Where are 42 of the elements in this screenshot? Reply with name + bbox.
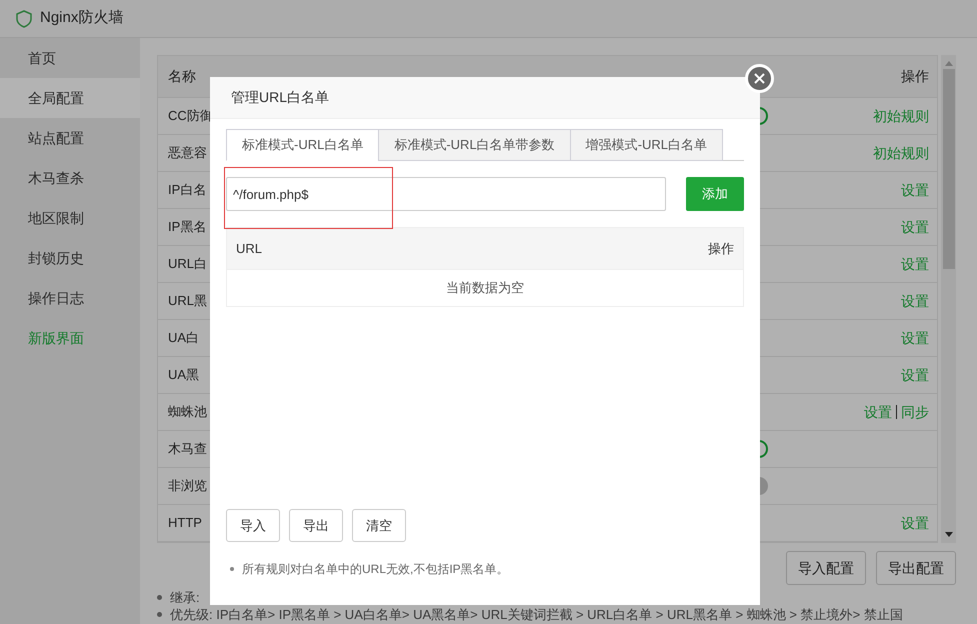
- table-cell-text: URL白: [168, 255, 208, 274]
- url-input-field[interactable]: ^/forum.php$: [226, 177, 666, 211]
- table-cell-text: IP黑名: [168, 218, 206, 236]
- dialog-button[interactable]: 导入: [226, 509, 280, 542]
- dialog-title: 管理URL白名单: [231, 88, 330, 107]
- close-icon: [754, 73, 765, 84]
- column-header: URL: [236, 240, 262, 258]
- sidebar-item[interactable]: 地区限制: [0, 198, 140, 238]
- note-text: 优先级: IP白名单> IP黑名单 > UA白名单> UA黑名单> URL关键词拦截 > URL白名单 > URL黑名单 > 蜘蛛池 > 禁止境外> 禁止国: [170, 606, 903, 623]
- scroll-down-icon[interactable]: [944, 532, 952, 538]
- sidebar-item[interactable]: 全局配置: [0, 78, 140, 118]
- table-cell-text: UA白: [168, 329, 200, 348]
- add-button[interactable]: 添加: [686, 177, 744, 211]
- tab[interactable]: 标准模式-URL白名单: [226, 129, 380, 161]
- table-cell-text: 恶意容: [168, 144, 207, 162]
- empty-message: 当前数据为空: [446, 279, 524, 298]
- dialog-button[interactable]: 导出: [289, 509, 343, 542]
- table-cell-text: HTTP: [168, 514, 202, 532]
- scrollbar[interactable]: [941, 55, 956, 543]
- dialog-button[interactable]: 清空: [352, 509, 406, 542]
- table-cell-text: 非浏览: [168, 477, 207, 496]
- table-cell-text: 蜘蛛池: [168, 403, 207, 422]
- column-header: 名称: [168, 67, 196, 86]
- column-header: 操作: [901, 67, 929, 86]
- note-text: 所有规则对白名单中的URL无效,不包括IP黑名单。: [242, 561, 509, 578]
- tab[interactable]: 标准模式-URL白名单带参数: [378, 129, 571, 161]
- window-title: Nginx防火墙: [40, 8, 124, 28]
- shield-icon: [16, 10, 32, 28]
- table-cell-text: 木马查: [168, 440, 207, 458]
- config-button[interactable]: 导入配置: [786, 551, 866, 585]
- table-cell-text: IP白名: [168, 181, 206, 200]
- table-cell-text: URL黑: [168, 292, 208, 310]
- sidebar-item[interactable]: 木马查杀: [0, 158, 140, 198]
- note-text: 继承:: [170, 589, 200, 606]
- tab[interactable]: 增强模式-URL白名单: [570, 129, 724, 161]
- sidebar-item[interactable]: 首页: [0, 38, 140, 78]
- table-cell-text: UA黑: [168, 366, 200, 384]
- config-button[interactable]: 导出配置: [876, 551, 956, 585]
- sidebar-item[interactable]: 操作日志: [0, 278, 140, 318]
- column-header: 操作: [708, 240, 734, 258]
- sidebar-item[interactable]: 封锁历史: [0, 238, 140, 278]
- sidebar-item[interactable]: 站点配置: [0, 118, 140, 158]
